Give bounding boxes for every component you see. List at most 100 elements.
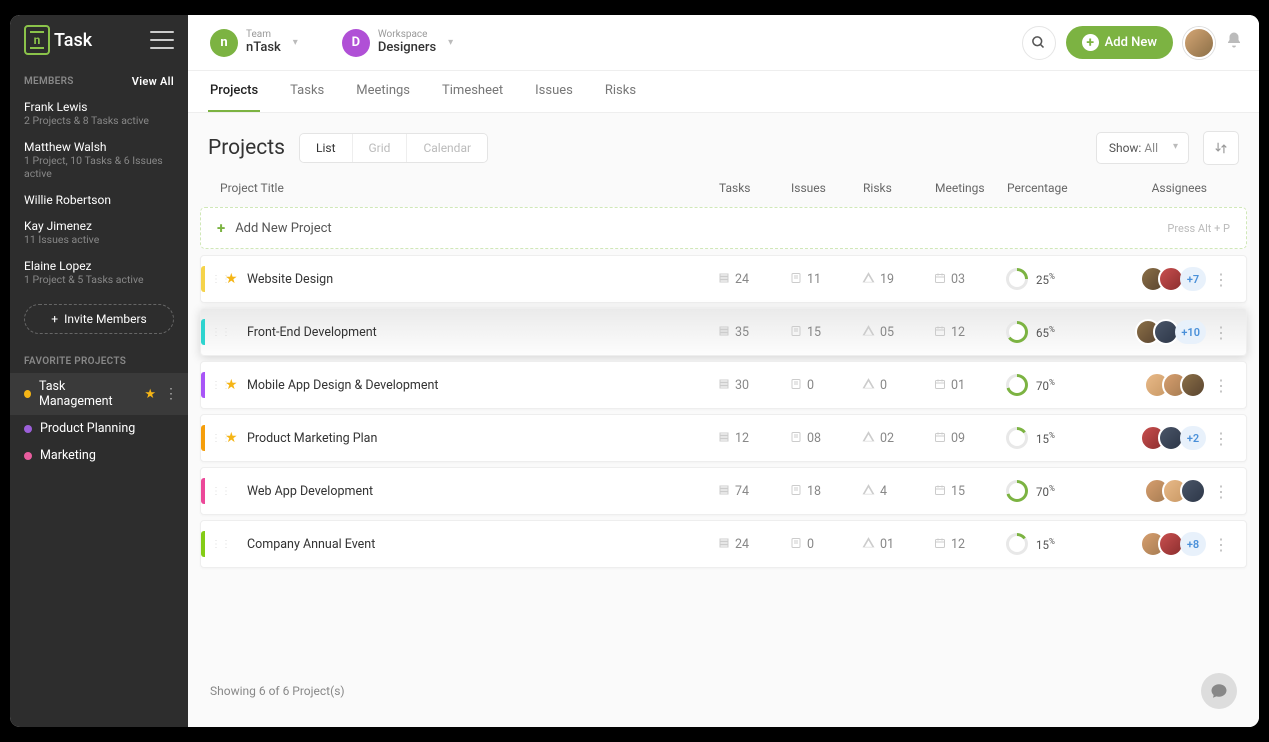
- star-icon[interactable]: ★: [225, 430, 243, 446]
- more-assignees-chip[interactable]: +7: [1180, 267, 1206, 291]
- star-icon: ★: [144, 387, 156, 402]
- plus-icon: +: [51, 312, 58, 326]
- row-menu-button[interactable]: ⋮: [1206, 270, 1236, 289]
- member-item[interactable]: Frank Lewis2 Projects & 8 Tasks active: [10, 94, 188, 134]
- project-row[interactable]: ⋮⋮ ★ Product Marketing Plan 12 08 02 09 …: [200, 414, 1247, 462]
- footer-status: Showing 6 of 6 Project(s): [210, 684, 345, 698]
- row-menu-button[interactable]: ⋮: [1206, 535, 1236, 554]
- tab-risks[interactable]: Risks: [603, 71, 638, 112]
- project-row[interactable]: ⋮⋮ Front-End Development 35 15 05 12 65%…: [200, 308, 1247, 356]
- member-name: Elaine Lopez: [24, 259, 174, 273]
- workspace-chip: D: [342, 29, 370, 57]
- member-item[interactable]: Elaine Lopez1 Project & 5 Tasks active: [10, 253, 188, 293]
- member-item[interactable]: Kay Jimenez11 Issues active: [10, 213, 188, 253]
- user-avatar[interactable]: [1183, 27, 1215, 59]
- add-project-row[interactable]: + Add New Project Press Alt + P: [200, 207, 1247, 249]
- risks-icon: [862, 324, 875, 340]
- progress-ring: [1006, 321, 1028, 343]
- drag-handle-icon[interactable]: ⋮⋮: [211, 486, 225, 497]
- view-all-members-link[interactable]: View All: [132, 75, 174, 88]
- plus-icon: +: [217, 219, 225, 237]
- col-meetings: Meetings: [935, 181, 1007, 195]
- progress-ring: [1006, 374, 1028, 396]
- show-label: Show:: [1109, 141, 1142, 155]
- more-assignees-chip[interactable]: +8: [1180, 532, 1206, 556]
- notifications-icon[interactable]: [1225, 31, 1243, 54]
- issues-count: 0: [790, 378, 862, 393]
- star-icon[interactable]: ★: [225, 377, 243, 393]
- tasks-count: 24: [718, 537, 790, 552]
- calendar-icon: [934, 537, 946, 552]
- chat-button[interactable]: [1201, 673, 1237, 709]
- percentage-value: 25%: [1036, 272, 1055, 287]
- assignees: [1106, 372, 1206, 398]
- favorite-project-item[interactable]: Product Planning: [10, 415, 188, 442]
- drag-handle-icon[interactable]: ⋮⋮: [211, 380, 225, 391]
- color-bar: [201, 266, 205, 292]
- tab-tasks[interactable]: Tasks: [288, 71, 326, 112]
- color-dot-icon: [24, 425, 32, 433]
- meetings-count: 01: [934, 378, 1006, 393]
- drag-handle-icon[interactable]: ⋮⋮: [211, 274, 225, 285]
- more-assignees-chip[interactable]: +2: [1180, 426, 1206, 450]
- project-row[interactable]: ⋮⋮ ★ Mobile App Design & Development 30 …: [200, 361, 1247, 409]
- project-row[interactable]: ⋮⋮ Company Annual Event 24 0 01 12 15% +…: [200, 520, 1247, 568]
- risks-count: 0: [862, 377, 934, 393]
- view-list[interactable]: List: [300, 134, 353, 162]
- add-new-label: Add New: [1105, 35, 1157, 50]
- add-new-button[interactable]: + Add New: [1066, 26, 1173, 59]
- view-grid[interactable]: Grid: [353, 134, 408, 162]
- tab-meetings[interactable]: Meetings: [354, 71, 412, 112]
- brand-logo[interactable]: n Task: [24, 25, 92, 55]
- progress-ring: [1006, 480, 1028, 502]
- color-dot-icon: [24, 390, 31, 398]
- member-item[interactable]: Matthew Walsh1 Project, 10 Tasks & 6 Iss…: [10, 134, 188, 187]
- color-bar: [201, 478, 205, 504]
- show-filter-dropdown[interactable]: Show: All: [1096, 132, 1189, 164]
- sort-button[interactable]: [1203, 131, 1239, 165]
- favorite-project-item[interactable]: Task Management ★⋮: [10, 373, 188, 415]
- team-selector[interactable]: n Team nTask ▾: [204, 25, 312, 61]
- meetings-count: 15: [934, 484, 1006, 499]
- calendar-icon: [934, 378, 946, 393]
- risks-count: 05: [862, 324, 934, 340]
- brand-name: Task: [54, 30, 92, 51]
- view-calendar[interactable]: Calendar: [407, 134, 487, 162]
- menu-toggle-icon[interactable]: [150, 31, 174, 49]
- assignees: +2: [1106, 425, 1206, 451]
- drag-handle-icon[interactable]: ⋮⋮: [211, 433, 225, 444]
- project-row[interactable]: ⋮⋮ ★ Website Design 24 11 19 03 25% +7 ⋮: [200, 255, 1247, 303]
- invite-members-button[interactable]: + Invite Members: [24, 304, 174, 334]
- more-assignees-chip[interactable]: +10: [1175, 320, 1206, 344]
- row-menu-button[interactable]: ⋮: [1206, 323, 1236, 342]
- member-item[interactable]: Willie Robertson: [10, 187, 188, 213]
- row-menu-button[interactable]: ⋮: [1206, 376, 1236, 395]
- tab-timesheet[interactable]: Timesheet: [440, 71, 505, 112]
- issues-icon: [790, 484, 802, 499]
- tab-projects[interactable]: Projects: [208, 71, 260, 112]
- drag-handle-icon[interactable]: ⋮⋮: [211, 539, 225, 550]
- assignee-avatar[interactable]: [1180, 478, 1206, 504]
- row-menu-button[interactable]: ⋮: [1206, 429, 1236, 448]
- view-switch: ListGridCalendar: [299, 133, 488, 163]
- team-chip: n: [210, 29, 238, 57]
- risks-count: 01: [862, 536, 934, 552]
- drag-handle-icon[interactable]: ⋮⋮: [211, 327, 225, 338]
- color-bar: [201, 372, 205, 398]
- assignee-avatar[interactable]: [1180, 372, 1206, 398]
- member-subtitle: 1 Project, 10 Tasks & 6 Issues active: [24, 154, 174, 181]
- more-icon[interactable]: ⋮: [164, 386, 178, 402]
- member-subtitle: 2 Projects & 8 Tasks active: [24, 114, 174, 128]
- workspace-label: Workspace: [378, 30, 436, 40]
- search-button[interactable]: [1022, 26, 1056, 60]
- issues-icon: [790, 378, 802, 393]
- col-percentage: Percentage: [1007, 181, 1107, 195]
- progress-ring: [1006, 268, 1028, 290]
- star-icon[interactable]: ★: [225, 271, 243, 287]
- main-content: n Team nTask ▾ D Workspace Designers ▾: [188, 15, 1259, 727]
- project-row[interactable]: ⋮⋮ Web App Development 74 18 4 15 70% ⋮: [200, 467, 1247, 515]
- row-menu-button[interactable]: ⋮: [1206, 482, 1236, 501]
- workspace-selector[interactable]: D Workspace Designers ▾: [336, 25, 467, 61]
- favorite-project-item[interactable]: Marketing: [10, 442, 188, 469]
- tab-issues[interactable]: Issues: [533, 71, 575, 112]
